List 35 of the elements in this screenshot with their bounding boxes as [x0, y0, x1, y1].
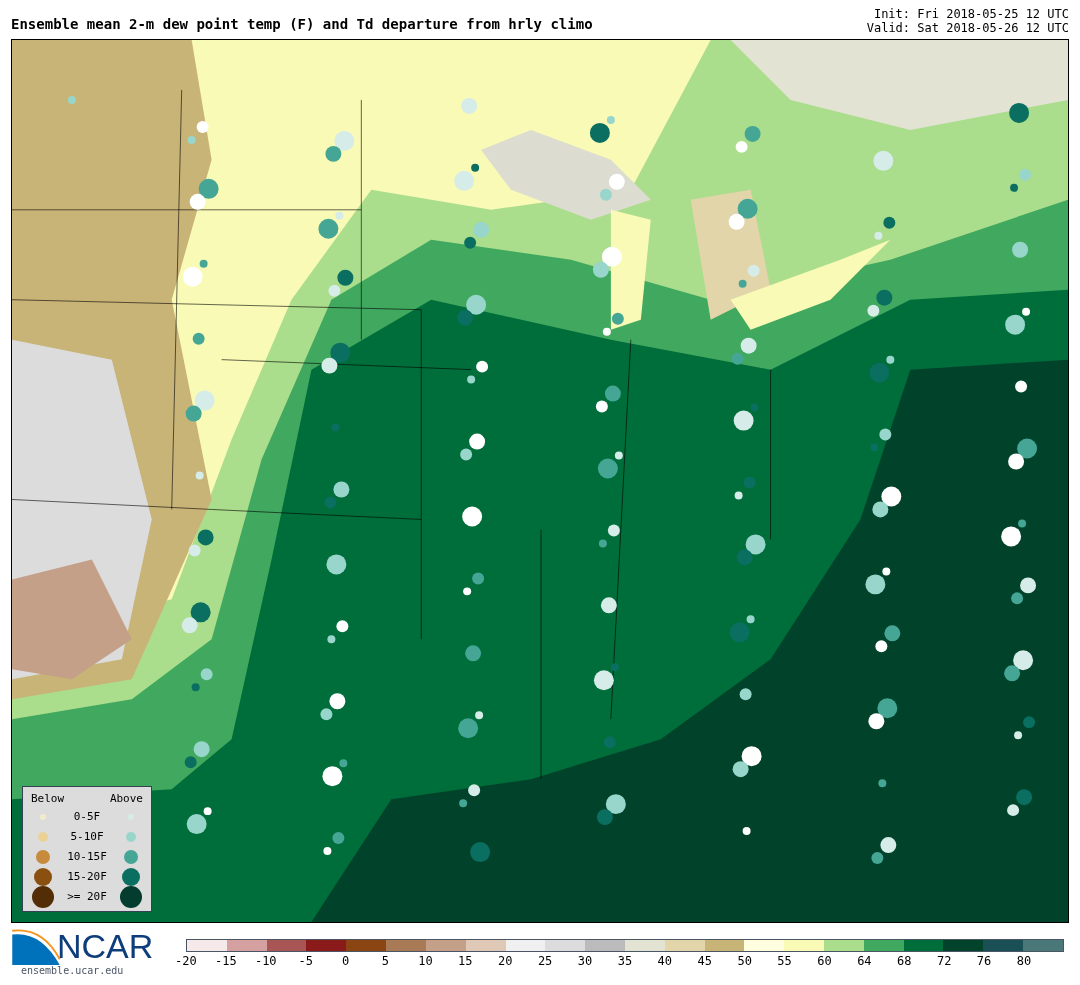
scale-tick-label: -10 — [254, 953, 277, 970]
legend-label: 10-15F — [66, 848, 108, 865]
legend-label: 5-10F — [69, 828, 105, 845]
scale-tick-label: 72 — [936, 953, 952, 970]
scale-tick-label: -5 — [298, 953, 313, 970]
scale-tick-label: -20 — [175, 953, 197, 970]
legend-heading: Below — [31, 790, 65, 807]
scale-tick-label: 25 — [537, 953, 553, 970]
legend-label: 0-5F — [72, 808, 102, 825]
legend-heading: Above — [109, 790, 143, 807]
scale-tick-label: 60 — [817, 953, 832, 970]
scale-tick-label: 15 — [458, 953, 473, 970]
scale-tick-label: 80 — [1016, 953, 1032, 970]
scale-tick-label: 5 — [381, 953, 390, 970]
legend-label: >= 20F — [66, 888, 108, 905]
website-url: ensemble.ucar.edu — [21, 965, 125, 977]
logo-wordmark: NCAR — [57, 928, 154, 964]
scale-tick-label: 10 — [418, 953, 433, 970]
legend-label: 15-20F — [66, 868, 108, 885]
scale-tick-label: 68 — [897, 953, 912, 970]
scale-tick-label: 35 — [617, 953, 633, 970]
scale-tick-label: 20 — [497, 953, 513, 970]
scale-tick-label: 50 — [737, 953, 752, 970]
scale-tick-label: 40 — [657, 953, 673, 970]
swoosh-logo-icon — [11, 927, 61, 965]
scale-tick-label: 30 — [577, 953, 593, 970]
chart-title: Ensemble mean 2-m dew point temp (F) and Td departure from hrly climo — [11, 15, 593, 34]
scale-tick-label: 76 — [976, 953, 992, 970]
scale-tick-label: 64 — [857, 953, 872, 970]
scale-tick-label: 45 — [697, 953, 712, 970]
run-time-label: Init: Fri 2018-05-25 12 UTC — [873, 7, 1069, 21]
scale-tick-label: -15 — [215, 953, 237, 970]
scale-tick-label: 55 — [777, 953, 792, 970]
scale-tick-label: 0 — [341, 953, 350, 970]
run-time-label: Valid: Sat 2018-05-26 12 UTC — [866, 21, 1069, 35]
